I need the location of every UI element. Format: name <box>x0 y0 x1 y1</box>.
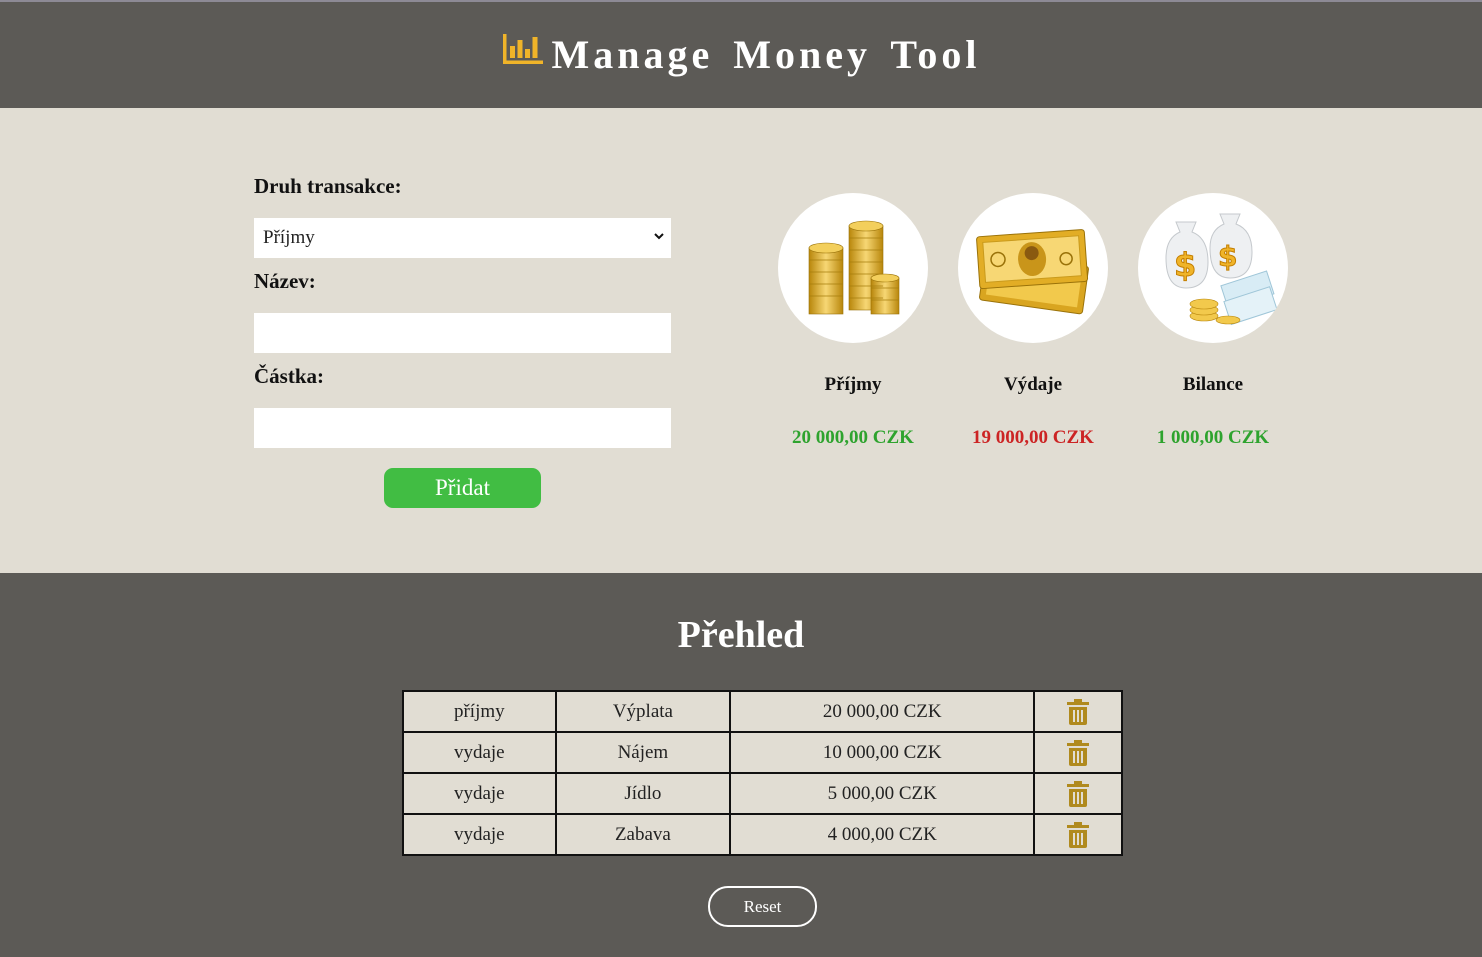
expense-value: 19 000,00 CZK <box>972 427 1094 448</box>
gold-banknotes-icon <box>976 229 1089 315</box>
money-bags-icon: $ $ <box>1165 213 1278 326</box>
reset-button[interactable]: Reset <box>708 886 817 927</box>
row-type: vydaje <box>402 731 557 774</box>
expense-image <box>958 193 1108 343</box>
name-input[interactable] <box>254 313 671 353</box>
trash-icon[interactable] <box>1067 698 1090 725</box>
balance-card: $ $ Bilance 1 000,00 CZK <box>1138 193 1288 449</box>
row-type: vydaje <box>402 772 557 815</box>
name-label: Název: <box>254 269 316 293</box>
app-header: Manage Money Tool <box>0 2 1482 108</box>
income-label: Příjmy <box>824 374 882 395</box>
expense-card: Výdaje 19 000,00 CZK <box>958 193 1108 449</box>
expense-label: Výdaje <box>1003 374 1063 395</box>
table-row: vydaje Nájem 10 000,00 CZK <box>402 731 1123 774</box>
add-button[interactable]: Přidat <box>384 468 541 508</box>
trash-icon[interactable] <box>1067 780 1090 807</box>
row-type: vydaje <box>402 813 557 856</box>
balance-image: $ $ <box>1138 193 1288 343</box>
bar-chart-icon <box>502 34 543 64</box>
svg-text:$: $ <box>1218 240 1237 273</box>
table-row: příjmy Výplata 20 000,00 CZK <box>402 690 1123 733</box>
transactions-table: příjmy Výplata 20 000,00 CZK vydaje Náje… <box>402 690 1123 856</box>
transaction-panel: Druh transakce: Příjmy Název: Částka: Př… <box>0 108 1482 573</box>
balance-value: 1 000,00 CZK <box>1156 427 1270 448</box>
row-type: příjmy <box>402 690 557 733</box>
row-amount: 4 000,00 CZK <box>729 813 1036 856</box>
row-amount: 10 000,00 CZK <box>729 731 1036 774</box>
type-label: Druh transakce: <box>254 174 402 198</box>
table-row: vydaje Jídlo 5 000,00 CZK <box>402 772 1123 815</box>
income-card: Příjmy 20 000,00 CZK <box>778 193 928 449</box>
row-name: Výplata <box>554 690 732 733</box>
row-name: Nájem <box>554 731 732 774</box>
amount-input[interactable] <box>254 408 671 448</box>
row-name: Jídlo <box>554 772 732 815</box>
type-select[interactable]: Příjmy <box>254 218 671 258</box>
overview-title: Přehled <box>677 614 805 656</box>
amount-label: Částka: <box>254 364 325 388</box>
coin-stacks-icon <box>808 220 900 315</box>
chevron-down-icon <box>654 233 664 240</box>
income-image <box>778 193 928 343</box>
svg-text:$: $ <box>1174 246 1196 284</box>
income-value: 20 000,00 CZK <box>792 427 914 448</box>
row-name: Zabava <box>554 813 732 856</box>
trash-icon[interactable] <box>1067 739 1090 766</box>
balance-label: Bilance <box>1182 374 1244 395</box>
row-amount: 20 000,00 CZK <box>729 690 1036 733</box>
type-select-value: Příjmy <box>263 227 315 248</box>
table-row: vydaje Zabava 4 000,00 CZK <box>402 813 1123 856</box>
overview-section: Přehled příjmy Výplata 20 000,00 CZK vyd… <box>0 573 1482 957</box>
row-amount: 5 000,00 CZK <box>729 772 1036 815</box>
app-title: Manage Money Tool <box>551 31 981 77</box>
trash-icon[interactable] <box>1067 821 1090 848</box>
